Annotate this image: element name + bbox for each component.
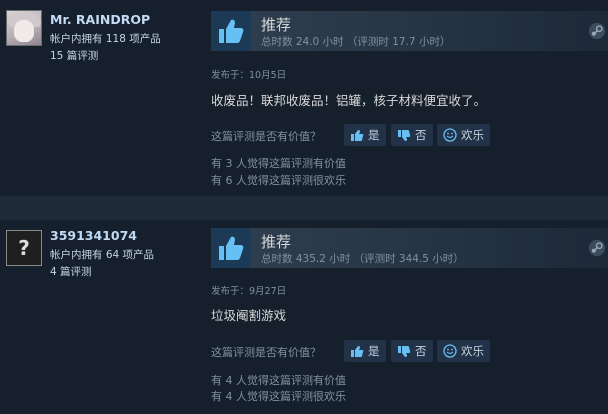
helpful-count: 有 4 人觉得这篇评测有价值 [211,374,346,387]
vote-down-icon [398,129,411,141]
funny-count: 有 6 人觉得这篇评测很欢乐 [211,174,346,187]
avatar[interactable] [6,10,42,46]
funny-count: 有 4 人觉得这篇评测很欢乐 [211,390,346,403]
product-count[interactable]: 帐户内拥有 64 项产品 [50,247,154,262]
username-link[interactable]: 3591341074 [50,228,137,243]
hours-played: 总时数 24.0 小时 （评测时 17.7 小时） [261,36,451,48]
vote-no-label: 否 [415,344,427,358]
vote-yes-label: 是 [368,128,380,142]
review-content: 垃圾阉割游戏 [211,308,287,323]
thumbs-up-icon [211,11,251,51]
smiley-icon [443,344,457,358]
vote-down-icon [398,345,411,357]
smiley-icon [443,128,457,142]
verdict-label: 推荐 [261,16,292,34]
verdict-label: 推荐 [261,233,292,251]
helpful-question: 这篇评测是否有价值？ [211,130,321,143]
review-card: ? 3591341074 帐户内拥有 64 项产品 4 篇评测 推荐 总时数 4… [0,220,608,414]
review-divider [0,196,608,220]
product-count[interactable]: 帐户内拥有 118 项产品 [50,31,161,46]
vote-up-icon [351,129,364,141]
vote-no-button[interactable]: 否 [391,340,433,362]
recommendation-bar[interactable]: 推荐 总时数 24.0 小时 （评测时 17.7 小时） [211,11,608,51]
posted-date: 发布于：9月27日 [211,286,287,297]
helpful-question: 这篇评测是否有价值？ [211,346,321,359]
thumbs-up-icon [211,228,251,268]
review-count[interactable]: 4 篇评测 [50,264,92,279]
hours-played: 总时数 435.2 小时 （评测时 344.5 小时） [261,253,464,265]
vote-yes-button[interactable]: 是 [344,124,386,146]
vote-yes-button[interactable]: 是 [344,340,386,362]
vote-funny-button[interactable]: 欢乐 [437,340,490,362]
avatar[interactable]: ? [6,230,42,266]
helpful-count: 有 3 人觉得这篇评测有价值 [211,157,346,170]
vote-funny-label: 欢乐 [461,128,484,142]
vote-funny-button[interactable]: 欢乐 [437,124,490,146]
review-count[interactable]: 15 篇评测 [50,48,98,63]
steam-logo-icon [588,22,606,40]
vote-no-label: 否 [415,128,427,142]
vote-yes-label: 是 [368,344,380,358]
username-link[interactable]: Mr. RAINDROP [50,12,150,27]
avatar-unknown-glyph: ? [18,236,30,260]
vote-up-icon [351,345,364,357]
avatar-face [14,20,34,42]
review-content: 收废品！联邦收废品！铝罐，核子材料便宜收了。 [211,93,487,108]
posted-date: 发布于：10月5日 [211,70,287,81]
review-card: Mr. RAINDROP 帐户内拥有 118 项产品 15 篇评测 推荐 总时数… [0,0,608,196]
steam-logo-icon [588,239,606,257]
vote-no-button[interactable]: 否 [391,124,433,146]
vote-funny-label: 欢乐 [461,344,484,358]
recommendation-bar[interactable]: 推荐 总时数 435.2 小时 （评测时 344.5 小时） [211,228,608,268]
